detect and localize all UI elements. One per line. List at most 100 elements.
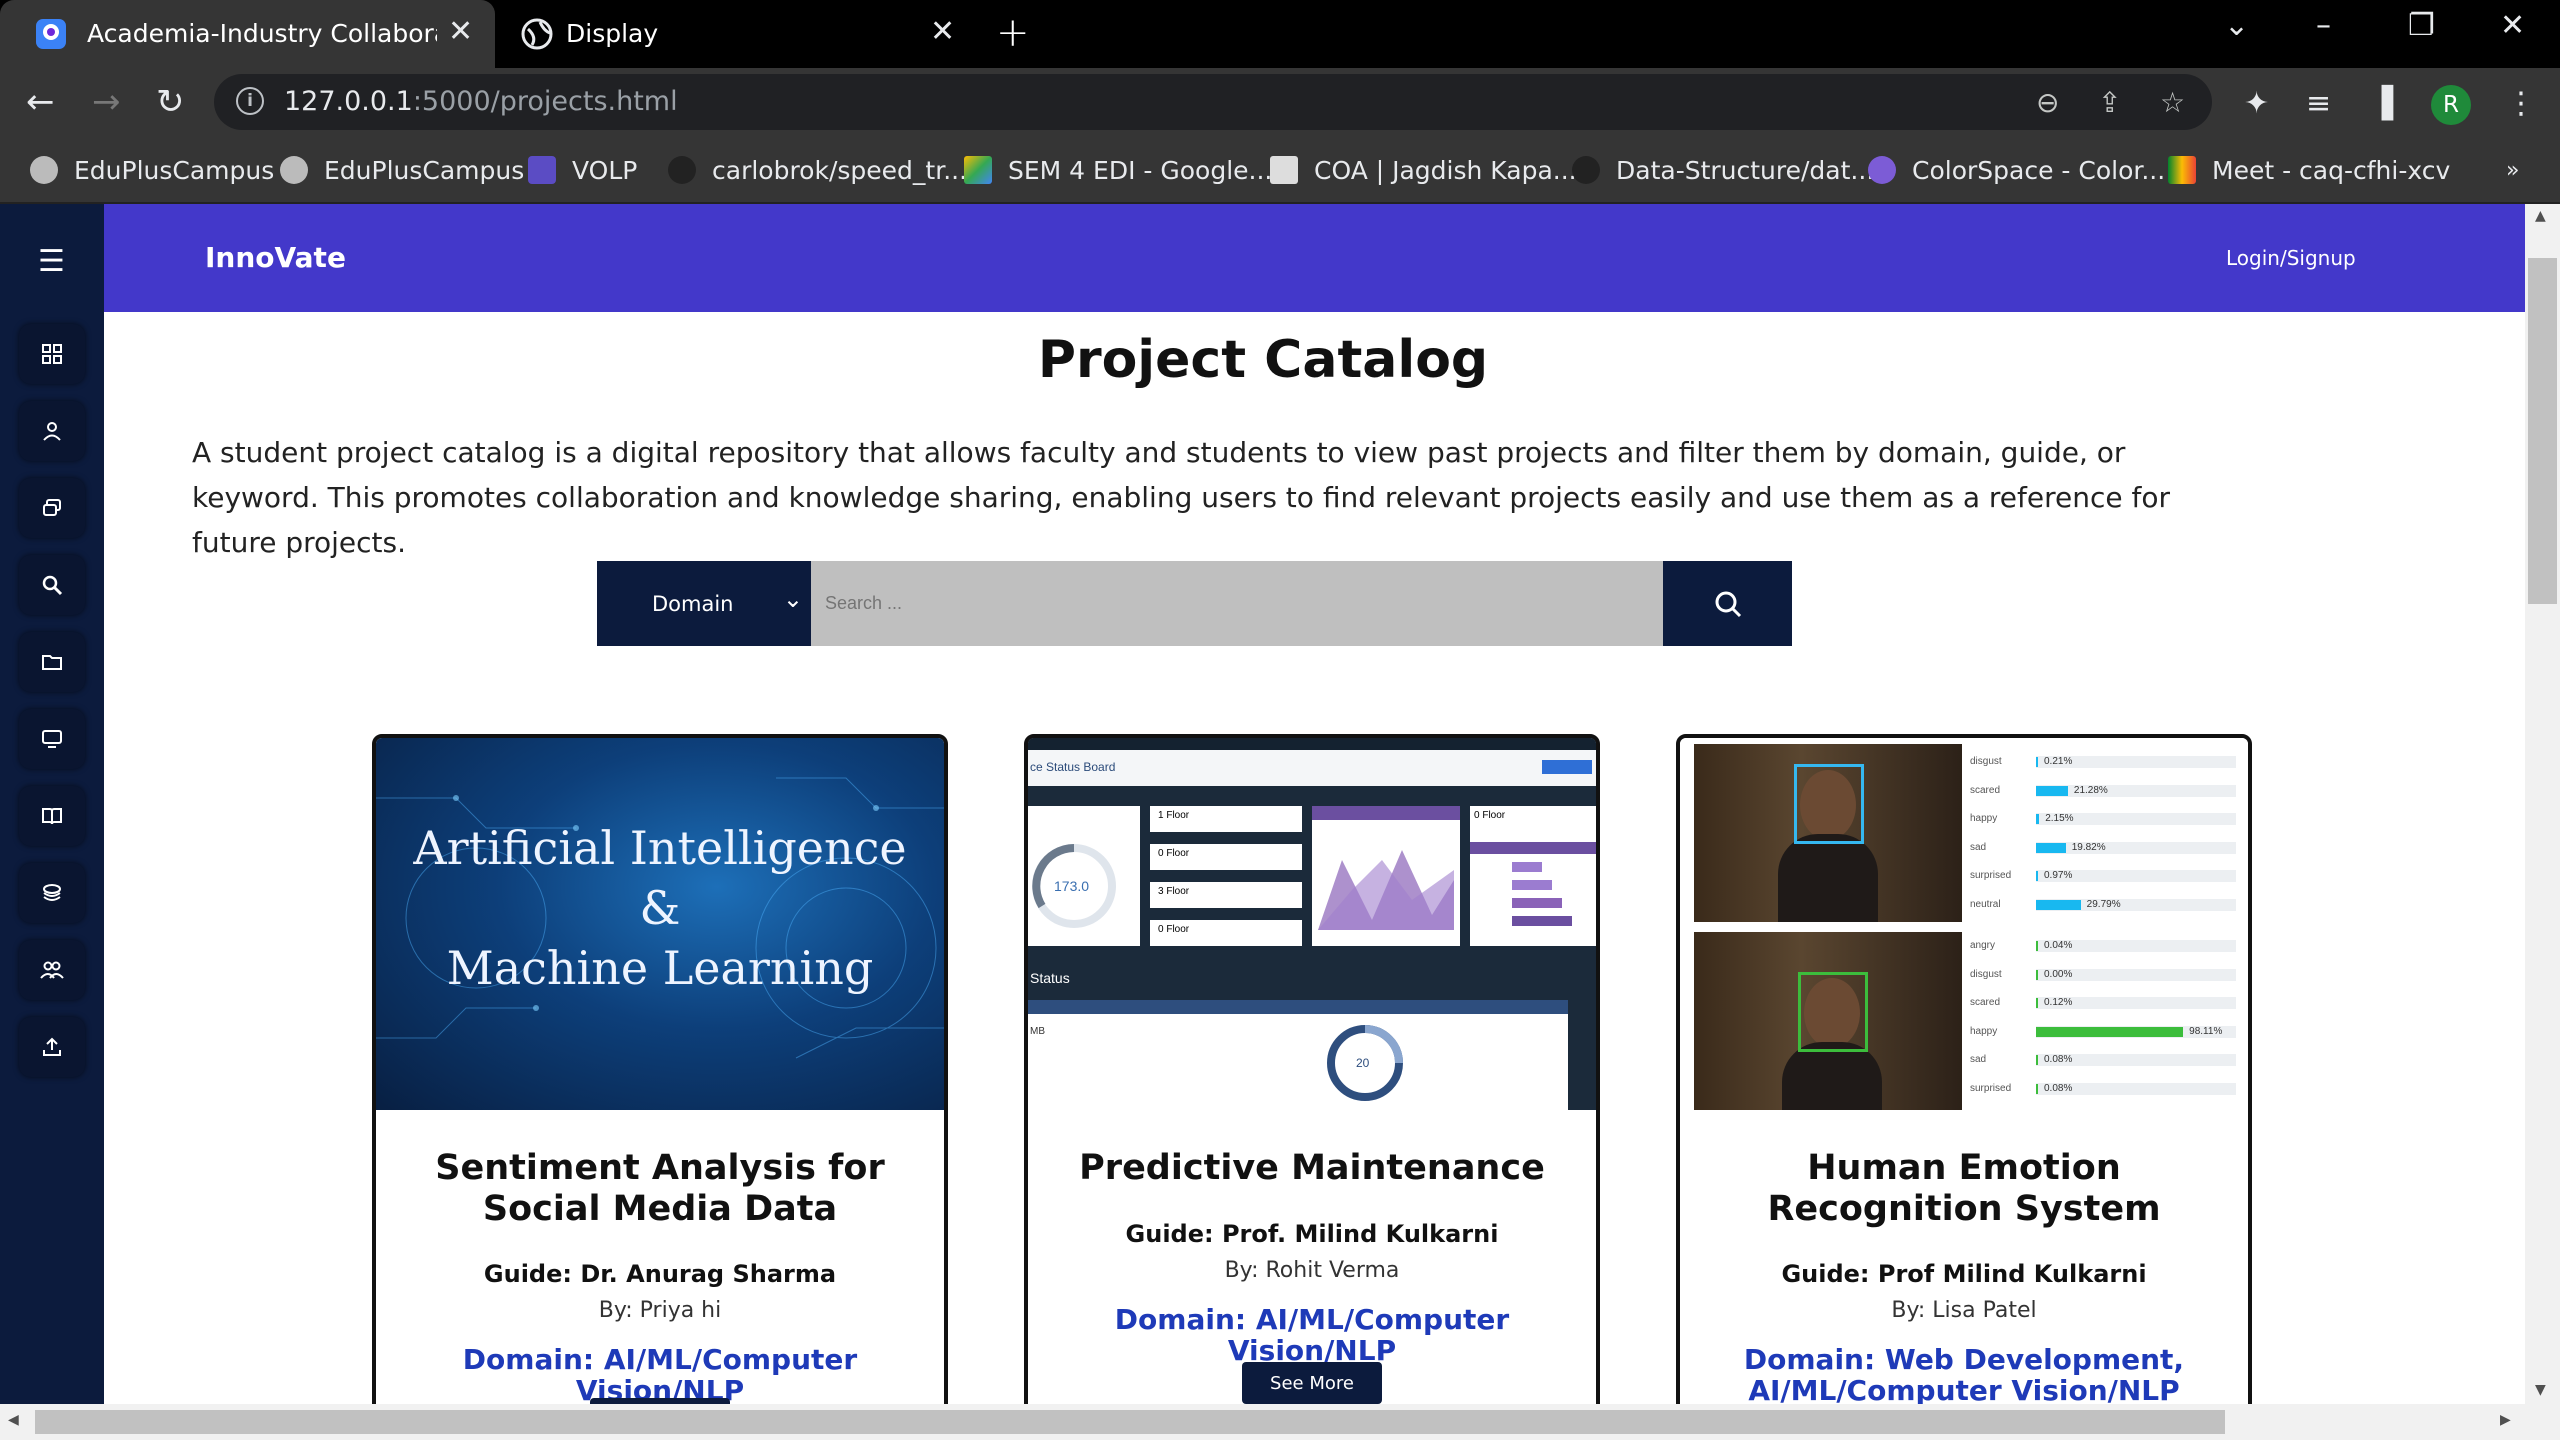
horizontal-scroll-thumb[interactable] bbox=[35, 1410, 2225, 1434]
address-bar[interactable]: i 127.0.0.1:5000/projects.html ⊖ ⇪ ☆ bbox=[214, 74, 2212, 130]
user-icon[interactable] bbox=[19, 401, 85, 461]
extensions-icon[interactable]: ✦ bbox=[2244, 86, 2269, 121]
emotion-percent: 29.79% bbox=[2086, 898, 2121, 910]
emotion-percent: 0.97% bbox=[2044, 870, 2073, 881]
emotion-label: happy bbox=[1970, 1025, 1998, 1037]
emotion-label: happy bbox=[1970, 813, 1998, 824]
emotion-label: sad bbox=[1970, 841, 1987, 853]
media-icon[interactable]: ≡ bbox=[2306, 86, 2331, 121]
emotion-bar-track: 0.08% bbox=[2036, 1082, 2236, 1095]
hamburger-menu-icon[interactable]: ☰ bbox=[38, 244, 65, 279]
bookmark-item[interactable]: ColorSpace - Color... bbox=[1868, 152, 2165, 188]
chat-icon[interactable] bbox=[19, 478, 85, 538]
emotion-row: scared 0.12% bbox=[1970, 993, 2240, 1013]
side-panel-icon[interactable]: ▐ bbox=[2370, 86, 2393, 121]
search-input[interactable] bbox=[811, 561, 1663, 646]
project-card[interactable]: ce Status Board 173.0 1 Floor 0 Floor 3 … bbox=[1024, 734, 1600, 1440]
upload-icon[interactable] bbox=[19, 1017, 85, 1077]
more-bookmarks-icon[interactable]: » bbox=[2506, 152, 2519, 188]
emotion-label: angry bbox=[1970, 940, 1996, 951]
close-window-icon[interactable]: ✕ bbox=[2500, 8, 2525, 43]
zoom-icon[interactable]: ⊖ bbox=[2036, 86, 2059, 119]
avatar[interactable]: R bbox=[2431, 85, 2471, 125]
dashboard-icon[interactable] bbox=[19, 324, 85, 384]
project-card[interactable]: disgust 0.21% scared 21.28% happy 2.15% sad 19.… bbox=[1676, 734, 2252, 1440]
emotion-label: disgust bbox=[1970, 756, 2002, 767]
back-icon[interactable]: ← bbox=[26, 84, 55, 120]
reload-icon[interactable]: ↻ bbox=[156, 84, 185, 120]
bookmark-item[interactable]: carlobrok/speed_tr... bbox=[668, 152, 967, 188]
horizontal-scrollbar[interactable]: ◀ ▶ bbox=[0, 1404, 2560, 1440]
face-box bbox=[1794, 764, 1864, 844]
emotion-bar-track: 0.04% bbox=[2036, 940, 2236, 952]
project-domain[interactable]: Domain: Web Development, AI/ML/Computer … bbox=[1690, 1344, 2238, 1406]
new-tab-icon[interactable]: + bbox=[996, 10, 1030, 56]
brand-logo[interactable]: InnoVate bbox=[205, 241, 346, 274]
search-bar: Domain ⌄ bbox=[597, 561, 1792, 646]
bookmark-item[interactable]: SEM 4 EDI - Google... bbox=[964, 152, 1272, 188]
close-tab-icon[interactable]: ✕ bbox=[448, 14, 473, 49]
project-domain[interactable]: Domain: AI/ML/Computer Vision/NLP bbox=[386, 1344, 934, 1406]
star-icon[interactable]: ☆ bbox=[2160, 86, 2185, 119]
project-image-dashboard: ce Status Board 173.0 1 Floor 0 Floor 3 … bbox=[1028, 738, 1596, 1110]
webcam-frame bbox=[1694, 744, 1962, 922]
coa-icon bbox=[1270, 156, 1298, 184]
meet-icon bbox=[2168, 156, 2196, 184]
page-viewport: ☰ InnoVate Login/Signup Project Catalog … bbox=[0, 204, 2560, 1440]
emotion-bar-track: 0.00% bbox=[2036, 968, 2236, 981]
scroll-up-icon[interactable]: ▲ bbox=[2535, 208, 2546, 224]
project-author: By: Priya hi bbox=[598, 1298, 722, 1323]
emotion-row: happy 2.15% bbox=[1970, 809, 2240, 829]
emotion-percent: 0.08% bbox=[2044, 1054, 2073, 1065]
bookmark-item[interactable]: Meet - caq-cfhi-xcv bbox=[2168, 152, 2450, 188]
group-icon[interactable] bbox=[19, 940, 85, 1000]
tab-academia[interactable]: Academia-Industry Collaboration ✕ bbox=[0, 0, 495, 68]
emotion-percent: 0.04% bbox=[2044, 940, 2073, 951]
vertical-scroll-thumb[interactable] bbox=[2528, 258, 2557, 604]
share-icon[interactable]: ⇪ bbox=[2098, 86, 2121, 119]
login-signup-link[interactable]: Login/Signup bbox=[2226, 246, 2356, 270]
monitor-icon[interactable] bbox=[19, 709, 85, 769]
emotion-bar bbox=[2036, 757, 2038, 767]
tab-display[interactable]: Display ✕ bbox=[495, 0, 975, 68]
menu-dots-icon[interactable]: ⋮ bbox=[2506, 86, 2536, 121]
search-button[interactable] bbox=[1663, 561, 1792, 646]
bookmark-item[interactable]: VOLP bbox=[528, 152, 637, 188]
search-icon[interactable] bbox=[19, 555, 85, 615]
scroll-down-icon[interactable]: ▼ bbox=[2535, 1382, 2546, 1398]
emotion-bar bbox=[2036, 1055, 2038, 1065]
site-info-icon[interactable]: i bbox=[236, 87, 264, 115]
floor-tile: 0 Floor bbox=[1150, 920, 1302, 946]
browser-tab-bar: Academia-Industry Collaboration ✕ Displa… bbox=[0, 0, 2560, 68]
emotion-row: surprised 0.97% bbox=[1970, 866, 2240, 886]
project-author: By: Rohit Verma bbox=[1224, 1258, 1400, 1283]
book-icon[interactable] bbox=[19, 786, 85, 846]
project-card[interactable]: Artificial Intelligence & Machine Learni… bbox=[372, 734, 948, 1440]
folder-icon[interactable] bbox=[19, 632, 85, 692]
tab-search-icon[interactable]: ⌄ bbox=[2224, 8, 2249, 43]
scroll-right-icon[interactable]: ▶ bbox=[2500, 1412, 2511, 1428]
bookmark-item[interactable]: EduPlusCampus bbox=[280, 152, 524, 188]
floor-tile: 0 Floor bbox=[1474, 810, 1506, 821]
emotion-bar bbox=[2036, 1083, 2038, 1094]
layers-icon[interactable] bbox=[19, 863, 85, 923]
close-tab-icon[interactable]: ✕ bbox=[930, 14, 955, 49]
project-domain[interactable]: Domain: AI/ML/Computer Vision/NLP bbox=[1038, 1304, 1586, 1366]
emotion-label: neutral bbox=[1970, 898, 2001, 910]
top-navbar: InnoVate Login/Signup bbox=[104, 204, 2525, 312]
vertical-scrollbar[interactable]: ▲ ▼ bbox=[2525, 204, 2560, 1404]
emotion-percent: 0.00% bbox=[2044, 968, 2073, 980]
scroll-left-icon[interactable]: ◀ bbox=[8, 1412, 19, 1428]
restore-icon[interactable]: ❐ bbox=[2408, 8, 2435, 43]
forward-icon[interactable]: → bbox=[92, 84, 121, 120]
colorspace-icon bbox=[1868, 156, 1896, 184]
emotion-label: sad bbox=[1970, 1054, 1987, 1065]
minimize-icon[interactable]: – bbox=[2316, 8, 2331, 43]
emotion-percent: 2.15% bbox=[2045, 813, 2074, 824]
globe-icon bbox=[280, 156, 308, 184]
bookmark-item[interactable]: COA | Jagdish Kapa... bbox=[1270, 152, 1577, 188]
bookmark-item[interactable]: EduPlusCampus bbox=[30, 152, 274, 188]
domain-dropdown[interactable]: Domain ⌄ bbox=[597, 561, 811, 646]
bookmark-item[interactable]: Data-Structure/dat... bbox=[1572, 152, 1874, 188]
see-more-button[interactable]: See More bbox=[1242, 1362, 1382, 1404]
